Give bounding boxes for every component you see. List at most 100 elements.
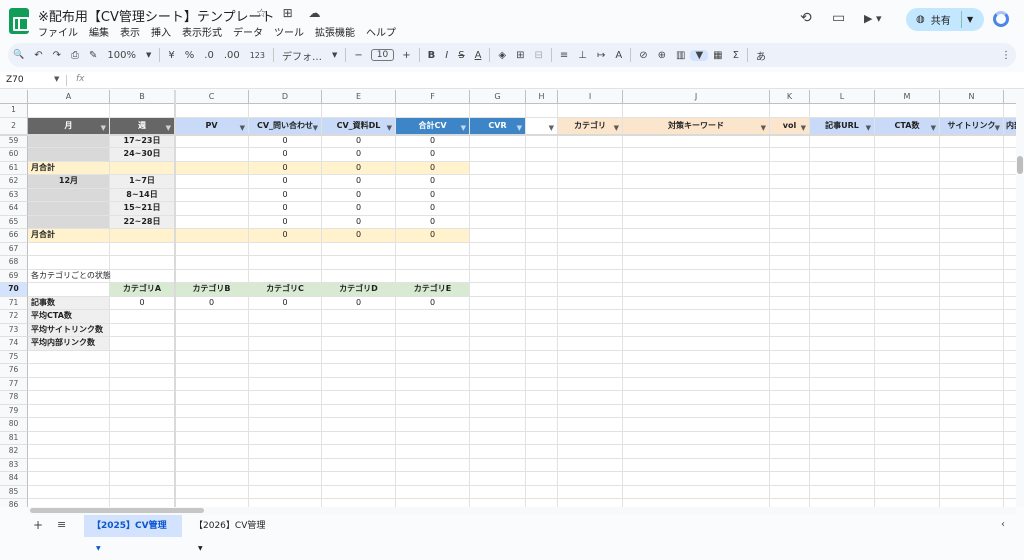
cell[interactable] <box>940 391 1004 405</box>
cell[interactable] <box>249 269 322 283</box>
cell[interactable] <box>623 229 770 243</box>
category-metric-label[interactable]: 平均サイトリンク数 <box>28 323 110 337</box>
cell[interactable] <box>810 485 875 499</box>
cell[interactable] <box>1004 162 1016 175</box>
cell[interactable] <box>396 499 470 507</box>
cell[interactable] <box>1004 229 1016 243</box>
header-pv[interactable]: PV ▼ <box>175 117 249 135</box>
cell[interactable] <box>810 229 875 243</box>
cell[interactable] <box>175 188 249 202</box>
category-header[interactable]: カテゴリD <box>322 283 396 297</box>
column-header-h[interactable]: H <box>526 90 558 104</box>
cell[interactable] <box>396 377 470 391</box>
cell[interactable] <box>875 296 940 310</box>
cell[interactable] <box>1004 310 1016 324</box>
cell[interactable] <box>558 269 623 283</box>
cv-value-cell[interactable]: 0 <box>396 215 470 229</box>
cell[interactable] <box>396 458 470 472</box>
column-header-e[interactable]: E <box>322 90 396 104</box>
cell[interactable] <box>175 134 249 148</box>
cell[interactable] <box>770 323 810 337</box>
cell[interactable] <box>175 431 249 445</box>
cell[interactable] <box>110 364 175 378</box>
row-header[interactable]: 81 <box>0 431 28 445</box>
cell[interactable] <box>28 418 110 432</box>
filter-dropdown-icon[interactable]: ▼ <box>313 120 318 134</box>
cell[interactable] <box>770 175 810 189</box>
cell[interactable] <box>470 499 526 507</box>
cell[interactable] <box>623 175 770 189</box>
cv-value-cell[interactable]: 0 <box>396 175 470 189</box>
cell[interactable] <box>558 242 623 256</box>
row-header[interactable]: 77 <box>0 377 28 391</box>
cell[interactable] <box>249 472 322 486</box>
redo-icon[interactable]: ↷ <box>48 50 66 61</box>
vertical-scrollbar[interactable] <box>1016 90 1024 507</box>
cell[interactable] <box>175 377 249 391</box>
menu-item[interactable]: 拡張機能 <box>315 24 355 39</box>
cell[interactable] <box>110 310 175 324</box>
cell[interactable] <box>623 242 770 256</box>
cell[interactable] <box>810 202 875 216</box>
comment-icon[interactable]: ▭ <box>832 10 845 26</box>
cell[interactable] <box>249 458 322 472</box>
row-header[interactable]: 74 <box>0 337 28 351</box>
header-total-cv[interactable]: 合計CV ▼ <box>396 117 470 135</box>
cell[interactable] <box>875 377 940 391</box>
cell[interactable] <box>249 445 322 459</box>
category-header[interactable]: カテゴリA <box>110 283 175 297</box>
cell[interactable] <box>1004 472 1016 486</box>
filter-views-icon[interactable]: ▦ <box>708 50 727 61</box>
cell[interactable] <box>1004 364 1016 378</box>
month-total-cell[interactable]: 0 <box>396 229 470 243</box>
cell[interactable] <box>175 472 249 486</box>
cell[interactable] <box>249 377 322 391</box>
cell[interactable] <box>249 337 322 351</box>
cell[interactable] <box>526 215 558 229</box>
cv-value-cell[interactable]: 0 <box>322 188 396 202</box>
category-metric-value[interactable]: 0 <box>110 296 175 310</box>
cell[interactable] <box>623 350 770 364</box>
filter-dropdown-icon[interactable]: ▼ <box>166 120 171 134</box>
cell[interactable] <box>940 337 1004 351</box>
cell[interactable] <box>770 350 810 364</box>
cell[interactable] <box>322 391 396 405</box>
cell[interactable] <box>875 148 940 162</box>
cell[interactable] <box>875 188 940 202</box>
more-options-icon[interactable]: ⋮ <box>996 50 1016 61</box>
share-button[interactable]: ◍ 共有 ▼ <box>906 8 984 31</box>
row-header[interactable]: 64 <box>0 202 28 216</box>
cell[interactable] <box>322 256 396 270</box>
filter-dropdown-icon[interactable]: ▼ <box>866 120 871 134</box>
cell[interactable] <box>322 323 396 337</box>
category-header[interactable]: カテゴリE <box>396 283 470 297</box>
cell[interactable] <box>810 175 875 189</box>
cell[interactable] <box>558 296 623 310</box>
cell[interactable] <box>322 242 396 256</box>
cell[interactable] <box>558 377 623 391</box>
cell[interactable] <box>526 269 558 283</box>
header-cvr[interactable]: CVR ▼ <box>470 117 526 135</box>
cell[interactable] <box>526 229 558 243</box>
cell[interactable] <box>940 161 1004 175</box>
cell[interactable] <box>1004 202 1016 216</box>
cell[interactable] <box>110 391 175 405</box>
cell[interactable] <box>1004 405 1016 418</box>
cell[interactable] <box>470 148 526 162</box>
cell[interactable] <box>526 337 558 351</box>
cell[interactable] <box>470 175 526 189</box>
cell[interactable] <box>558 188 623 202</box>
cell[interactable] <box>623 215 770 229</box>
cell[interactable] <box>1004 175 1016 189</box>
cell[interactable] <box>558 404 623 418</box>
row-header[interactable]: 59 <box>0 134 28 148</box>
menu-item[interactable]: 表示形式 <box>182 24 222 39</box>
cell[interactable] <box>940 323 1004 337</box>
cell[interactable] <box>1004 499 1016 507</box>
functions-icon[interactable]: Σ <box>728 50 744 61</box>
cell[interactable] <box>249 499 322 507</box>
month-total-cell[interactable] <box>110 229 175 243</box>
chevron-down-icon[interactable]: ▼ <box>96 545 101 552</box>
menu-item[interactable]: 挿入 <box>151 24 171 39</box>
cell[interactable] <box>28 242 110 256</box>
